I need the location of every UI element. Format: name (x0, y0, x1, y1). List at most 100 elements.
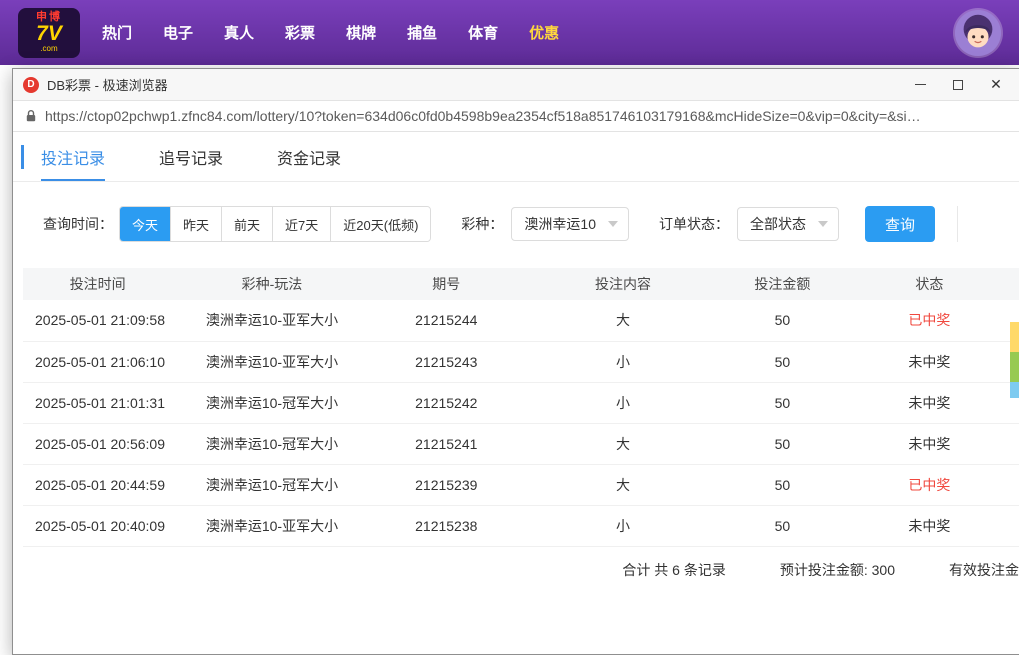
column-header: 期号 (371, 268, 521, 300)
table-row: 2025-05-01 20:44:59 澳洲幸运10-冠军大小 21215239 大 5… (23, 464, 1019, 506)
cell-game-play: 澳洲幸运10-冠军大小 (172, 423, 372, 465)
cell-bet-amount: 50 (725, 464, 840, 506)
close-button[interactable]: ✕ (977, 71, 1015, 99)
cell-bet-time: 2025-05-01 21:09:58 (23, 300, 173, 342)
time-option-button[interactable]: 昨天 (170, 207, 222, 241)
page-content: 投注记录 追号记录 资金记录 查询时间： 今天 昨天 前天 近7天 近20天(低频) 彩种：… (13, 132, 1019, 654)
search-button[interactable]: 查询 (864, 206, 935, 242)
cell-bet-content: 大 (520, 423, 726, 465)
time-option-button[interactable]: 近7天 (272, 207, 331, 241)
cell-issue-number: 21215242 (371, 382, 521, 424)
logo-text-sub: .com (40, 44, 58, 54)
minimize-button[interactable] (901, 71, 939, 99)
cell-bet-amount: 50 (725, 300, 840, 342)
cell-bet-time: 2025-05-01 21:06:10 (23, 341, 173, 383)
site-topbar: 申博 7V .com 热门 电子 真人 彩票 棋牌 捕鱼 体育 优惠 (0, 0, 1019, 65)
maximize-icon (953, 79, 963, 90)
edge-widget-yellow[interactable] (1010, 322, 1019, 352)
logo-text-main: 7V (36, 22, 62, 46)
time-filter-group: 今天 昨天 前天 近7天 近20天(低频) (119, 206, 432, 242)
cell-game-play: 澳洲幸运10-亚军大小 (172, 300, 372, 342)
table-row: 2025-05-01 21:06:10 澳洲幸运10-亚军大小 21215243 小 5… (23, 341, 1019, 383)
cell-bet-time: 2025-05-01 20:40:09 (23, 505, 173, 547)
time-option-button[interactable]: 近20天(低频) (330, 207, 431, 241)
table-body: 2025-05-01 21:09:58 澳洲幸运10-亚军大小 21215244 大 5… (23, 300, 1019, 547)
column-header: 投注时间 (23, 268, 173, 300)
nav-item[interactable]: 电子 (163, 22, 193, 43)
nav-item[interactable]: 棋牌 (346, 22, 376, 43)
cell-bet-content: 小 (520, 505, 726, 547)
cell-issue-number: 21215238 (371, 505, 521, 547)
active-tab-accent (21, 145, 24, 169)
maximize-button[interactable] (939, 71, 977, 99)
order-status-select[interactable]: 全部状态 (736, 207, 839, 241)
table-row: 2025-05-01 20:40:09 澳洲幸运10-亚军大小 21215238 小 5… (23, 505, 1019, 547)
order-status-value: 全部状态 (749, 216, 806, 232)
cell-bet-content: 大 (520, 300, 726, 342)
cell-game-play: 澳洲幸运10-冠军大小 (172, 464, 372, 506)
edge-widget-green[interactable] (1010, 352, 1019, 382)
nav-item[interactable]: 热门 (102, 22, 132, 43)
cell-bet-time: 2025-05-01 20:44:59 (23, 464, 173, 506)
window-title: DB彩票 - 极速浏览器 (47, 78, 168, 93)
table-row: 2025-05-01 21:09:58 澳洲幸运10-亚军大小 21215244 大 5… (23, 300, 1019, 342)
summary-bar: 合计 共 6 条记录 预计投注金额: 300 有效投注金 (13, 547, 1019, 593)
tab[interactable]: 投注记录 (41, 132, 106, 181)
cell-status: 未中奖 (839, 423, 1019, 465)
cell-bet-time: 2025-05-01 20:56:09 (23, 423, 173, 465)
avatar[interactable] (955, 9, 1001, 56)
cell-bet-amount: 50 (725, 341, 840, 383)
chevron-down-icon (607, 221, 618, 227)
time-option-button[interactable]: 前天 (221, 207, 273, 241)
time-option-button[interactable]: 今天 (120, 207, 171, 241)
browser-urlbar: https://ctop02pchwp1.zfnc84.com/lottery/… (13, 101, 1019, 132)
filter-bar: 查询时间： 今天 昨天 前天 近7天 近20天(低频) 彩种： 澳洲幸运10 订单状态：… (43, 206, 1019, 242)
top-nav: 热门 电子 真人 彩票 棋牌 捕鱼 体育 优惠 (102, 22, 559, 43)
summary-expected-amount: 预计投注金额: 300 (779, 561, 895, 578)
cell-bet-content: 小 (520, 382, 726, 424)
filter-divider (956, 206, 958, 242)
summary-valid-amount: 有效投注金 (949, 561, 1019, 578)
cell-issue-number: 21215241 (371, 423, 521, 465)
avatar-image (955, 9, 1001, 56)
nav-item[interactable]: 体育 (468, 22, 498, 43)
cell-bet-content: 小 (520, 341, 726, 383)
cell-issue-number: 21215239 (371, 464, 521, 506)
nav-item[interactable]: 优惠 (529, 22, 559, 43)
column-header: 投注金额 (725, 268, 840, 300)
cell-status: 未中奖 (839, 382, 1019, 424)
column-header: 投注内容 (520, 268, 726, 300)
page-edge-widget (1010, 322, 1019, 398)
site-logo[interactable]: 申博 7V .com (18, 7, 80, 58)
cell-bet-content: 大 (520, 464, 726, 506)
lock-icon[interactable] (25, 109, 37, 123)
minimize-icon (914, 84, 926, 85)
nav-item[interactable]: 捕鱼 (407, 22, 437, 43)
browser-app-icon: D (23, 76, 39, 93)
cell-game-play: 澳洲幸运10-亚军大小 (172, 505, 372, 547)
window-titlebar[interactable]: D DB彩票 - 极速浏览器 ✕ (13, 69, 1019, 101)
nav-item[interactable]: 彩票 (285, 22, 315, 43)
cell-status: 已中奖 (839, 464, 1019, 506)
screen: 申博 7V .com 热门 电子 真人 彩票 棋牌 捕鱼 体育 优惠 D DB彩票 - 极速浏… (0, 0, 1019, 655)
nav-item[interactable]: 真人 (224, 22, 254, 43)
cell-status: 未中奖 (839, 505, 1019, 547)
lottery-select-value: 澳洲幸运10 (524, 216, 596, 232)
window-controls: ✕ (901, 71, 1015, 99)
cell-issue-number: 21215244 (371, 300, 521, 342)
lottery-select[interactable]: 澳洲幸运10 (511, 207, 629, 241)
record-tabs: 投注记录 追号记录 资金记录 (13, 132, 1019, 182)
url-text[interactable]: https://ctop02pchwp1.zfnc84.com/lottery/… (45, 108, 1007, 124)
summary-total: 合计 共 6 条记录 (622, 561, 726, 578)
column-header: 彩种-玩法 (172, 268, 372, 300)
order-status-label: 订单状态： (658, 216, 729, 232)
table-row: 2025-05-01 21:01:31 澳洲幸运10-冠军大小 21215242 小 5… (23, 382, 1019, 424)
browser-window: D DB彩票 - 极速浏览器 ✕ https://ctop02pchwp1.zf… (12, 68, 1019, 655)
cell-bet-time: 2025-05-01 21:01:31 (23, 382, 173, 424)
lottery-filter-label: 彩种： (461, 216, 504, 232)
cell-bet-amount: 50 (725, 423, 840, 465)
tab[interactable]: 资金记录 (277, 132, 341, 181)
cell-status: 已中奖 (839, 300, 1019, 342)
edge-widget-blue[interactable] (1010, 382, 1019, 398)
tab[interactable]: 追号记录 (159, 132, 223, 181)
